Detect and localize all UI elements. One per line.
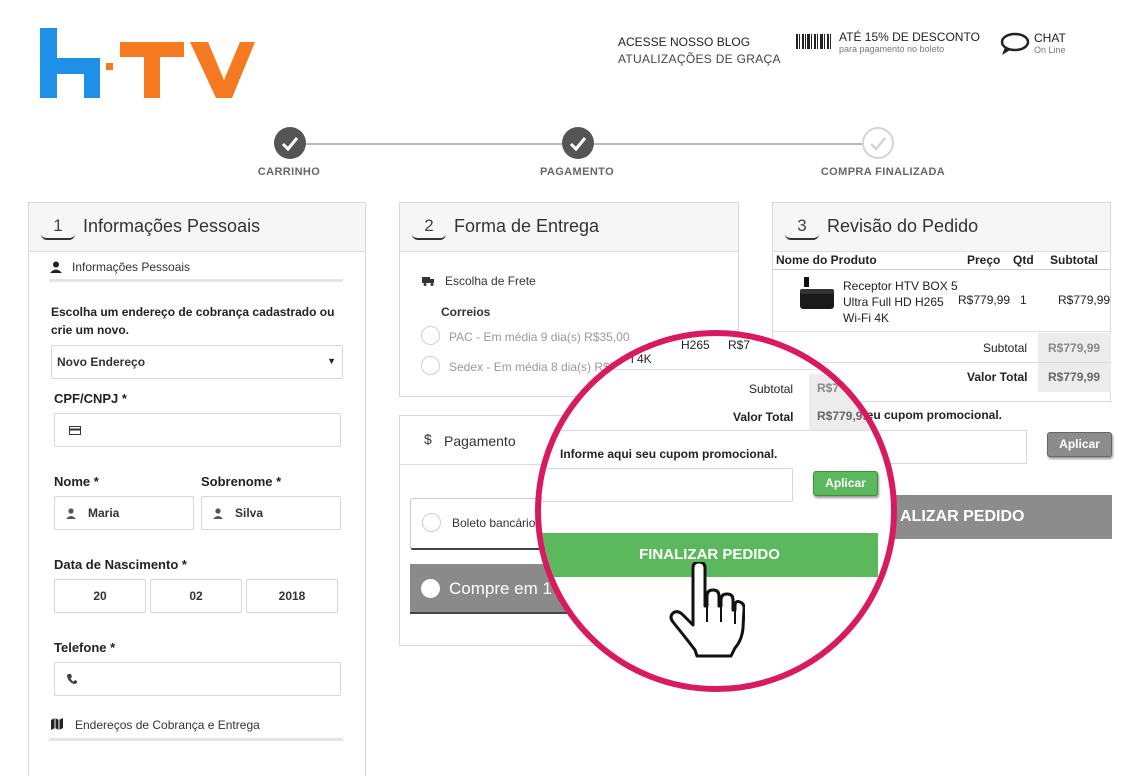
birth-year-value: 2018 xyxy=(278,589,306,603)
item-price: R$779,99 xyxy=(958,293,1011,307)
phone-label: Telefone * xyxy=(54,640,116,655)
discount-subtitle: para pagamento no boleto xyxy=(839,44,945,54)
zoom-magnifier: H265 R$7 i 4K Subtotal R$7 Valor Total R… xyxy=(535,330,897,692)
magnified-subtotal-value: R$7 xyxy=(809,374,889,402)
personal-info-panel: 1 Informações Pessoais Informações Pesso… xyxy=(28,202,366,776)
truck-icon xyxy=(422,277,434,286)
divider xyxy=(541,369,891,370)
blog-link[interactable]: ACESSE NOSSO BLOG ATUALIZAÇÕES DE GRAÇA xyxy=(618,34,781,68)
blog-title: ACESSE NOSSO BLOG xyxy=(618,35,751,49)
magnified-apply-button[interactable]: Aplicar xyxy=(813,471,878,496)
total-label: Valor Total xyxy=(967,370,1028,384)
magnified-content: H265 R$7 i 4K Subtotal R$7 Valor Total R… xyxy=(541,336,891,686)
user-icon xyxy=(213,508,223,519)
name-input[interactable]: Maria xyxy=(54,496,194,530)
address-prompt: Escolha um endereço de cobrança cadastra… xyxy=(51,305,335,337)
user-icon xyxy=(50,261,62,273)
total-value: R$779,99 xyxy=(1038,363,1111,392)
divider xyxy=(49,738,343,741)
surname-input[interactable]: Silva xyxy=(201,496,341,530)
panel-header: 2 Forma de Entrega xyxy=(400,203,738,252)
blog-subtitle: ATUALIZAÇÕES DE GRAÇA xyxy=(618,52,781,66)
step-label-complete: COMPRA FINALIZADA xyxy=(820,166,946,178)
magnified-coupon-prompt: Informe aqui seu cupom promocional. xyxy=(560,447,778,461)
apply-coupon-button[interactable]: Aplicar xyxy=(1047,432,1112,457)
step-number: 2 xyxy=(412,215,446,240)
magnified-model: H265 xyxy=(681,338,710,352)
step-number: 3 xyxy=(785,215,819,240)
hand-pointer-icon xyxy=(669,562,745,658)
step-payment-check-icon xyxy=(562,127,594,159)
htv-logo[interactable] xyxy=(40,28,255,102)
subtotal-label: Subtotal xyxy=(983,341,1028,355)
cpf-input[interactable] xyxy=(54,413,341,447)
user-icon xyxy=(66,508,76,519)
divider xyxy=(49,279,343,282)
section-label: Informações Pessoais xyxy=(72,260,191,274)
pac-radio[interactable] xyxy=(421,326,440,345)
sedex-radio[interactable] xyxy=(421,356,440,375)
cpf-label: CPF/CNPJ * xyxy=(54,391,127,406)
phone-input[interactable] xyxy=(54,662,341,696)
dropdown-arrow-icon: ▼ xyxy=(327,356,336,366)
panel-title: Revisão do Pedido xyxy=(827,216,979,236)
id-card-icon xyxy=(69,426,81,435)
table-row: Receptor HTV BOX 5 Ultra Full HD H265 Wi… xyxy=(773,270,1110,332)
panel-header: 3 Revisão do Pedido xyxy=(773,203,1110,252)
dollar-icon: $ xyxy=(424,431,432,447)
magnified-total-label: Valor Total xyxy=(733,410,794,424)
phone-icon xyxy=(67,674,77,684)
one-click-radio xyxy=(421,579,440,598)
birth-year-input[interactable]: 2018 xyxy=(246,579,338,613)
subtotal-value: R$779,99 xyxy=(1038,333,1111,362)
divider xyxy=(541,430,891,431)
col-price: Preço xyxy=(967,253,1001,267)
birth-day-value: 20 xyxy=(93,589,107,603)
magnified-4k: i 4K xyxy=(631,352,652,366)
map-icon xyxy=(51,718,63,730)
step-label-cart: CARRINHO xyxy=(257,166,321,178)
boleto-radio[interactable] xyxy=(422,513,441,532)
step-number: 1 xyxy=(41,215,75,240)
col-qty: Qtd xyxy=(1013,253,1034,267)
name-label: Nome * xyxy=(54,474,99,489)
product-thumbnail xyxy=(800,277,834,309)
item-subtotal: R$779,99 xyxy=(1058,293,1111,307)
magnified-coupon-input[interactable] xyxy=(541,468,793,502)
step-complete-check-icon xyxy=(862,127,894,159)
address-select[interactable]: Novo Endereço ▼ xyxy=(51,345,343,379)
panel-title: Forma de Entrega xyxy=(454,216,600,236)
barcode-icon xyxy=(796,34,831,49)
table-header: Nome do Produto Preço Qtd Subtotal xyxy=(773,252,1110,270)
step-cart-check-icon xyxy=(274,127,306,159)
carrier-label: Correios xyxy=(441,305,491,319)
shipping-label: Escolha de Frete xyxy=(445,274,536,288)
step-label-payment: PAGAMENTO xyxy=(539,166,615,178)
col-product: Nome do Produto xyxy=(776,253,877,267)
magnified-total-value: R$779,99 xyxy=(809,402,889,430)
surname-value: Silva xyxy=(235,506,264,520)
finalize-order-button[interactable]: ALIZAR PEDIDO xyxy=(860,495,1112,539)
address-select-value: Novo Endereço xyxy=(57,355,146,369)
chat-subtitle: On Line xyxy=(1034,45,1066,55)
panel-header: 1 Informações Pessoais xyxy=(29,203,365,252)
chat-bubble-icon xyxy=(1000,32,1030,55)
payment-title: Pagamento xyxy=(444,433,516,449)
item-qty: 1 xyxy=(1020,293,1027,307)
birth-label: Data de Nascimento * xyxy=(54,557,187,572)
addresses-section-label: Endereços de Cobrança e Entrega xyxy=(75,718,260,732)
birth-month-input[interactable]: 02 xyxy=(150,579,242,613)
birth-day-input[interactable]: 20 xyxy=(54,579,146,613)
panel-title: Informações Pessoais xyxy=(83,216,261,236)
col-subtotal: Subtotal xyxy=(1050,253,1098,267)
surname-label: Sobrenome * xyxy=(201,474,282,489)
discount-title: ATÉ 15% DE DESCONTO xyxy=(839,30,980,44)
birth-month-value: 02 xyxy=(189,589,203,603)
magnified-price: R$7 xyxy=(728,338,751,352)
chat-title: CHAT xyxy=(1034,31,1066,45)
magnified-subtotal-label: Subtotal xyxy=(749,382,794,396)
boleto-label: Boleto bancário xyxy=(452,516,536,530)
name-value: Maria xyxy=(88,506,120,520)
item-name: Receptor HTV BOX 5 Ultra Full HD H265 Wi… xyxy=(843,279,958,325)
